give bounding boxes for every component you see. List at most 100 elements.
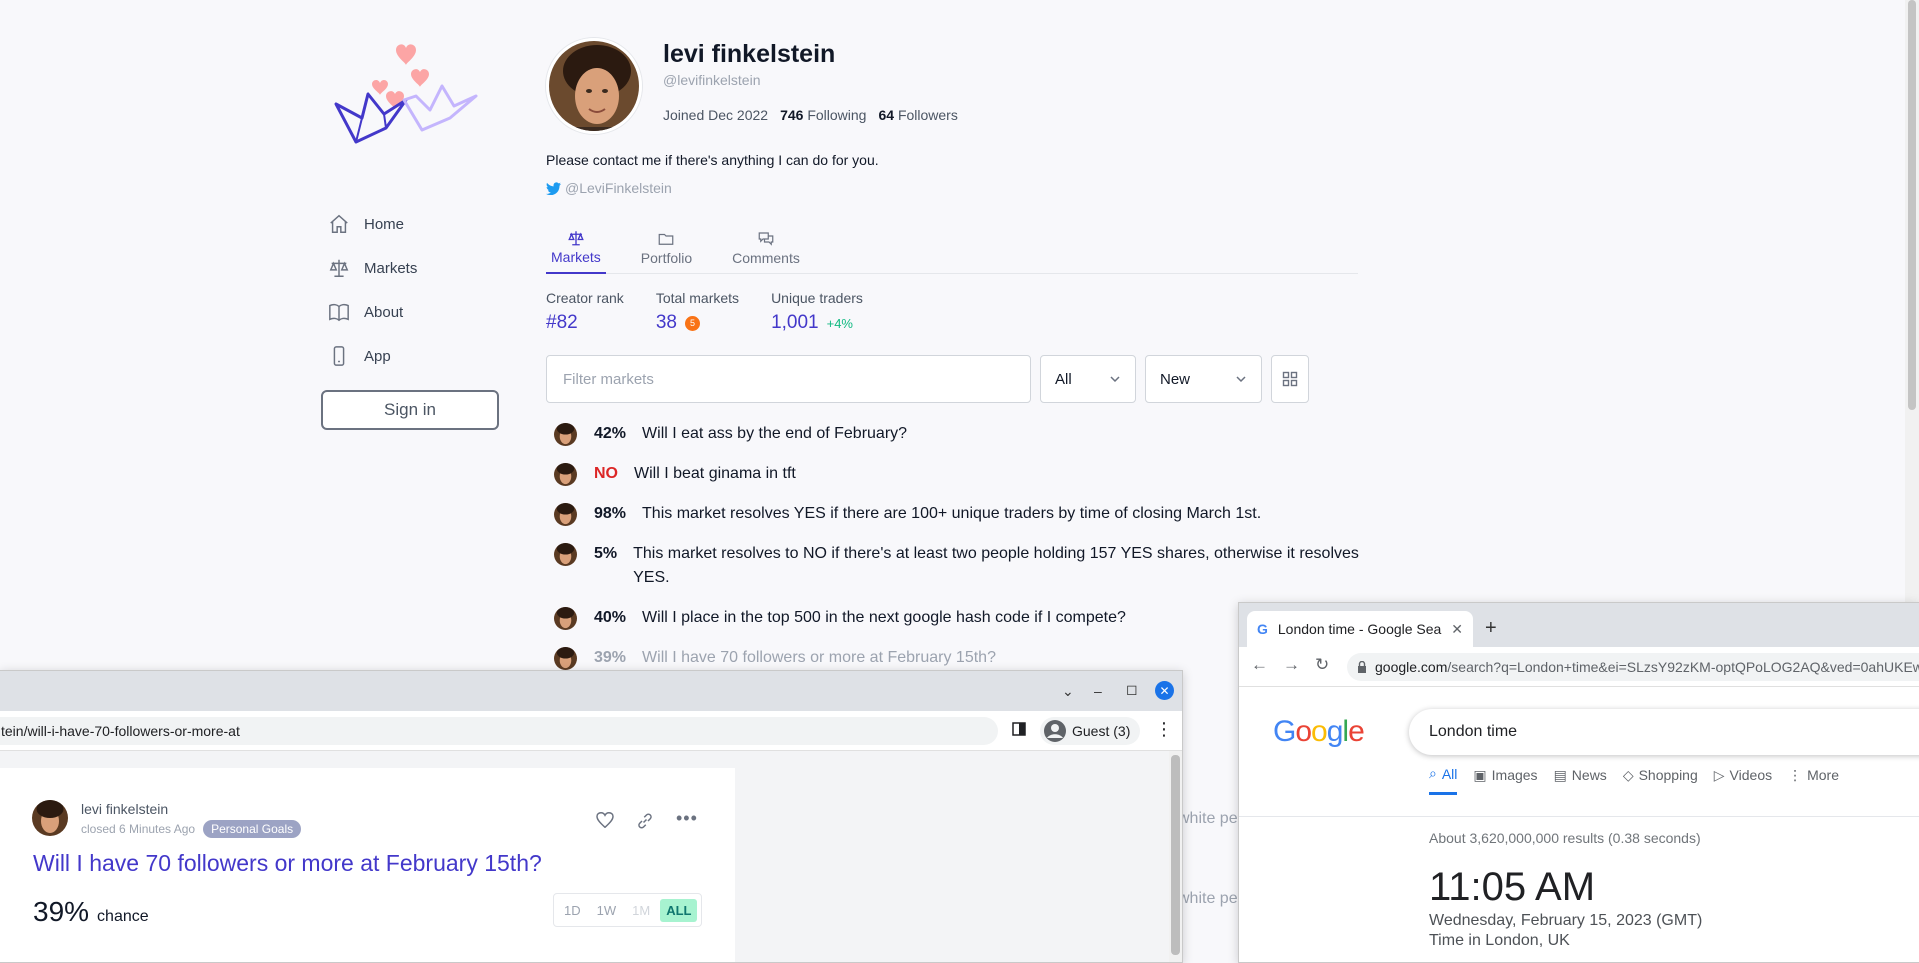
filter-markets-input[interactable]: [546, 355, 1031, 403]
market-row[interactable]: 5% This market resolves to NO if there's…: [554, 542, 1359, 590]
market-probability: 98%: [594, 505, 627, 522]
side-panel-icon[interactable]: [1012, 722, 1026, 741]
guest-profile-button[interactable]: Guest (3): [1040, 717, 1141, 745]
tab-portfolio[interactable]: Portfolio: [636, 222, 697, 274]
market-title: This market resolves to NO if there's at…: [633, 545, 1359, 586]
window-scrollbar[interactable]: [1169, 751, 1182, 962]
range-all-button[interactable]: ALL: [660, 898, 698, 922]
results-stats: About 3,620,000,000 results (0.38 second…: [1429, 830, 1701, 846]
chevron-down-icon: [1110, 376, 1120, 383]
search-tab-label: Shopping: [1638, 767, 1698, 783]
close-icon[interactable]: ✕: [1155, 681, 1174, 700]
sort-select[interactable]: New: [1145, 355, 1262, 403]
sidebar-nav: Home Markets About App: [328, 202, 498, 378]
window-scrollbar-thumb[interactable]: [1171, 755, 1180, 955]
time-location: Time in London, UK: [1429, 932, 1570, 949]
market-question: Will I have 70 followers or more at Febr…: [33, 850, 542, 876]
background-text-fragment: white pe: [1178, 810, 1238, 827]
google-search-tabs: ⌕ All ▣ Images ▤ News ◇ Shopping ▷ Videos ⋮ Mo…: [1429, 765, 1839, 795]
followers-link[interactable]: 64 Followers: [878, 107, 957, 123]
sign-in-button[interactable]: Sign in: [321, 390, 499, 430]
link-icon[interactable]: [636, 812, 654, 830]
following-link[interactable]: 746 Following: [780, 107, 866, 123]
sidebar-item-markets[interactable]: Markets: [328, 246, 498, 290]
google-search-input[interactable]: London time: [1409, 709, 1919, 755]
sidebar-item-app[interactable]: App: [328, 334, 498, 378]
profile-handle: @levifinkelstein: [663, 72, 761, 88]
search-tab-all[interactable]: ⌕ All: [1429, 765, 1458, 795]
page-scrollbar-thumb[interactable]: [1908, 0, 1916, 410]
london-time: 11:05 AM: [1429, 865, 1596, 909]
more-icon[interactable]: •••: [676, 808, 698, 829]
chevron-down-icon[interactable]: ⌄: [1062, 683, 1074, 700]
back-icon[interactable]: ←: [1251, 655, 1268, 675]
profile-stats: Joined Dec 2022 746 Following 64 Followe…: [663, 107, 958, 123]
range-1m-button[interactable]: 1M: [626, 899, 656, 922]
search-tab-videos[interactable]: ▷ Videos: [1714, 765, 1772, 795]
sidebar-item-about[interactable]: About: [328, 290, 498, 334]
browser-tab[interactable]: G London time - Google Sea ✕: [1247, 611, 1473, 647]
chance-label: chance: [97, 908, 149, 925]
book-icon: [329, 303, 349, 322]
navigation-row: ← → ↻ google.com/search?q=London+time&ei…: [1239, 647, 1919, 687]
search-tab-news[interactable]: ▤ News: [1554, 765, 1607, 795]
sidebar-item-label: App: [364, 347, 391, 365]
total-markets-stat: Total markets 38 5: [656, 290, 739, 334]
news-icon: ▤: [1553, 766, 1567, 783]
reload-icon[interactable]: ↻: [1315, 655, 1329, 675]
address-bar[interactable]: google.com/search?q=London+time&ei=SLzsY…: [1347, 653, 1919, 681]
market-row[interactable]: 98% This market resolves YES if there ar…: [554, 502, 1359, 526]
forward-icon[interactable]: →: [1283, 655, 1300, 675]
market-row[interactable]: NO Will I beat ginama in tft: [554, 462, 1359, 486]
url-host: google.com: [1375, 659, 1448, 675]
url-path: /search?q=London+time&ei=SLzsY92zKM-optQ…: [1447, 659, 1919, 675]
maximize-icon[interactable]: ◻: [1126, 681, 1138, 698]
grid-view-button[interactable]: [1271, 355, 1309, 403]
group-tag[interactable]: Personal Goals: [203, 820, 302, 838]
range-1w-button[interactable]: 1W: [591, 899, 623, 922]
twitter-link[interactable]: @LeviFinkelstein: [546, 180, 672, 196]
status-select[interactable]: All: [1040, 355, 1136, 403]
google-logo[interactable]: Google: [1273, 715, 1365, 749]
search-tab-shopping[interactable]: ◇ Shopping: [1623, 765, 1698, 795]
search-tab-images[interactable]: ▣ Images: [1473, 765, 1537, 795]
kebab-menu-icon[interactable]: ⋮: [1155, 719, 1173, 740]
market-probability: 42%: [594, 425, 627, 442]
address-bar-row: tein/will-i-have-70-followers-or-more-at…: [0, 711, 1182, 751]
address-bar[interactable]: tein/will-i-have-70-followers-or-more-at: [0, 717, 998, 745]
manifold-logo-icon[interactable]: [326, 34, 486, 162]
creator-avatar: [554, 543, 577, 566]
user-icon: [1044, 720, 1066, 742]
market-title: This market resolves YES if there are 10…: [642, 505, 1262, 522]
window-titlebar[interactable]: ⌄ – ◻ ✕: [0, 671, 1182, 711]
creator-avatar: [554, 607, 577, 630]
market-probability: NO: [594, 465, 618, 482]
heart-icon[interactable]: [596, 812, 614, 828]
minimize-icon[interactable]: –: [1094, 683, 1102, 699]
avatar[interactable]: [32, 800, 68, 836]
unique-traders-label: Unique traders: [771, 290, 863, 306]
chance-value: 39%: [33, 896, 90, 927]
closed-time: closed 6 Minutes Ago: [81, 822, 196, 836]
close-tab-icon[interactable]: ✕: [1451, 621, 1463, 638]
sidebar-item-home[interactable]: Home: [328, 202, 498, 246]
creator-stats: Creator rank #82 Total markets 38 5 Uniqu…: [546, 290, 863, 334]
creator-avatar: [554, 647, 577, 670]
market-row[interactable]: 42% Will I eat ass by the end of Februar…: [554, 422, 1359, 446]
tab-markets[interactable]: Markets: [546, 222, 606, 274]
play-icon: ▷: [1713, 766, 1725, 783]
background-text-fragment: white pe: [1178, 890, 1238, 907]
tab-comments[interactable]: Comments: [727, 222, 805, 274]
scale-icon: [568, 231, 584, 246]
market-probability: 5%: [594, 545, 618, 562]
new-tab-icon[interactable]: +: [1485, 617, 1497, 640]
market-title: Will I beat ginama in tft: [634, 465, 796, 482]
creator-rank-label: Creator rank: [546, 290, 624, 306]
card-author[interactable]: levi finkelstein: [81, 801, 168, 817]
search-tab-more[interactable]: ⋮ More: [1788, 765, 1839, 795]
card-meta: closed 6 Minutes Ago Personal Goals: [81, 820, 302, 838]
creator-avatar: [554, 503, 577, 526]
avatar[interactable]: [546, 38, 642, 134]
tab-label: Comments: [732, 250, 800, 266]
range-1d-button[interactable]: 1D: [558, 899, 587, 922]
